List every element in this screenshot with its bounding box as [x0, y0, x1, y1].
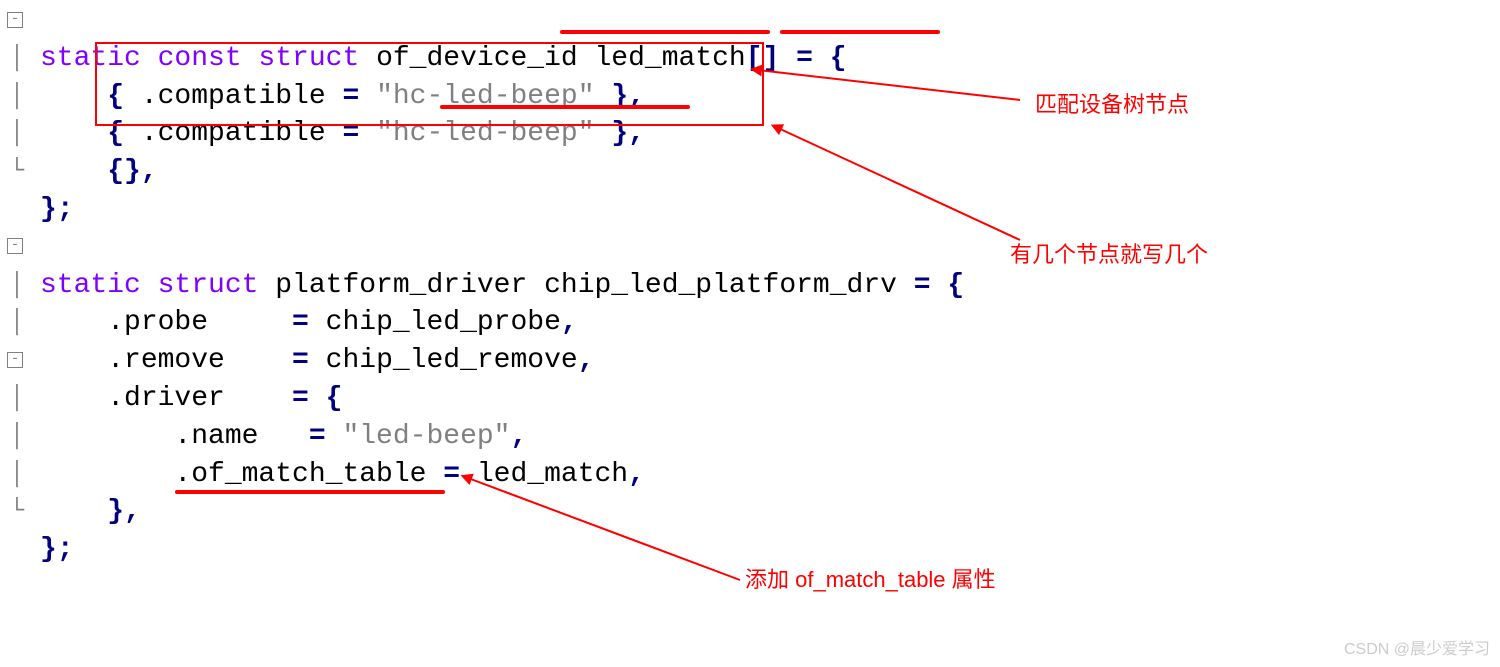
- annotation-1: 匹配设备树节点: [1035, 90, 1189, 120]
- brace: };: [40, 534, 74, 565]
- operator: = {: [292, 383, 342, 414]
- operator: =: [292, 307, 326, 338]
- operator: =: [292, 345, 326, 376]
- field: .driver: [40, 383, 292, 414]
- field: .compatible: [141, 81, 343, 112]
- operator: =: [309, 421, 343, 452]
- punct: ,: [578, 345, 595, 376]
- field: .name: [40, 421, 309, 452]
- field: .of_match_table: [40, 459, 443, 490]
- watermark: CSDN @晨少爱学习: [1344, 639, 1490, 661]
- arrow-1: [750, 60, 1030, 110]
- string-literal: "hc-led-beep": [376, 118, 594, 149]
- punct: ,: [510, 421, 527, 452]
- brace: {: [40, 118, 141, 149]
- keyword: static const struct: [40, 43, 359, 74]
- identifier: of_device_id led_match: [359, 43, 745, 74]
- arrow-2: [770, 120, 1050, 260]
- brace: };: [40, 194, 74, 225]
- annotation-2: 有几个节点就写几个: [1010, 240, 1208, 270]
- keyword: static struct: [40, 270, 258, 301]
- punct: ,: [561, 307, 578, 338]
- brace: },: [40, 496, 141, 527]
- string-literal: "led-beep": [342, 421, 510, 452]
- operator: =: [342, 118, 376, 149]
- annotation-3: 添加 of_match_table 属性: [745, 565, 996, 595]
- identifier: chip_led_remove: [326, 345, 578, 376]
- brace: {: [40, 81, 141, 112]
- field: .probe: [40, 307, 292, 338]
- operator: = {: [914, 270, 964, 301]
- operator: =: [342, 81, 376, 112]
- brace: },: [595, 118, 645, 149]
- brace: {},: [40, 156, 158, 187]
- identifier: chip_led_probe: [326, 307, 561, 338]
- field: .remove: [40, 345, 292, 376]
- brace: },: [595, 81, 645, 112]
- string-literal: "hc-led-beep": [376, 81, 594, 112]
- identifier: platform_driver chip_led_platform_drv: [258, 270, 913, 301]
- field: .compatible: [141, 118, 343, 149]
